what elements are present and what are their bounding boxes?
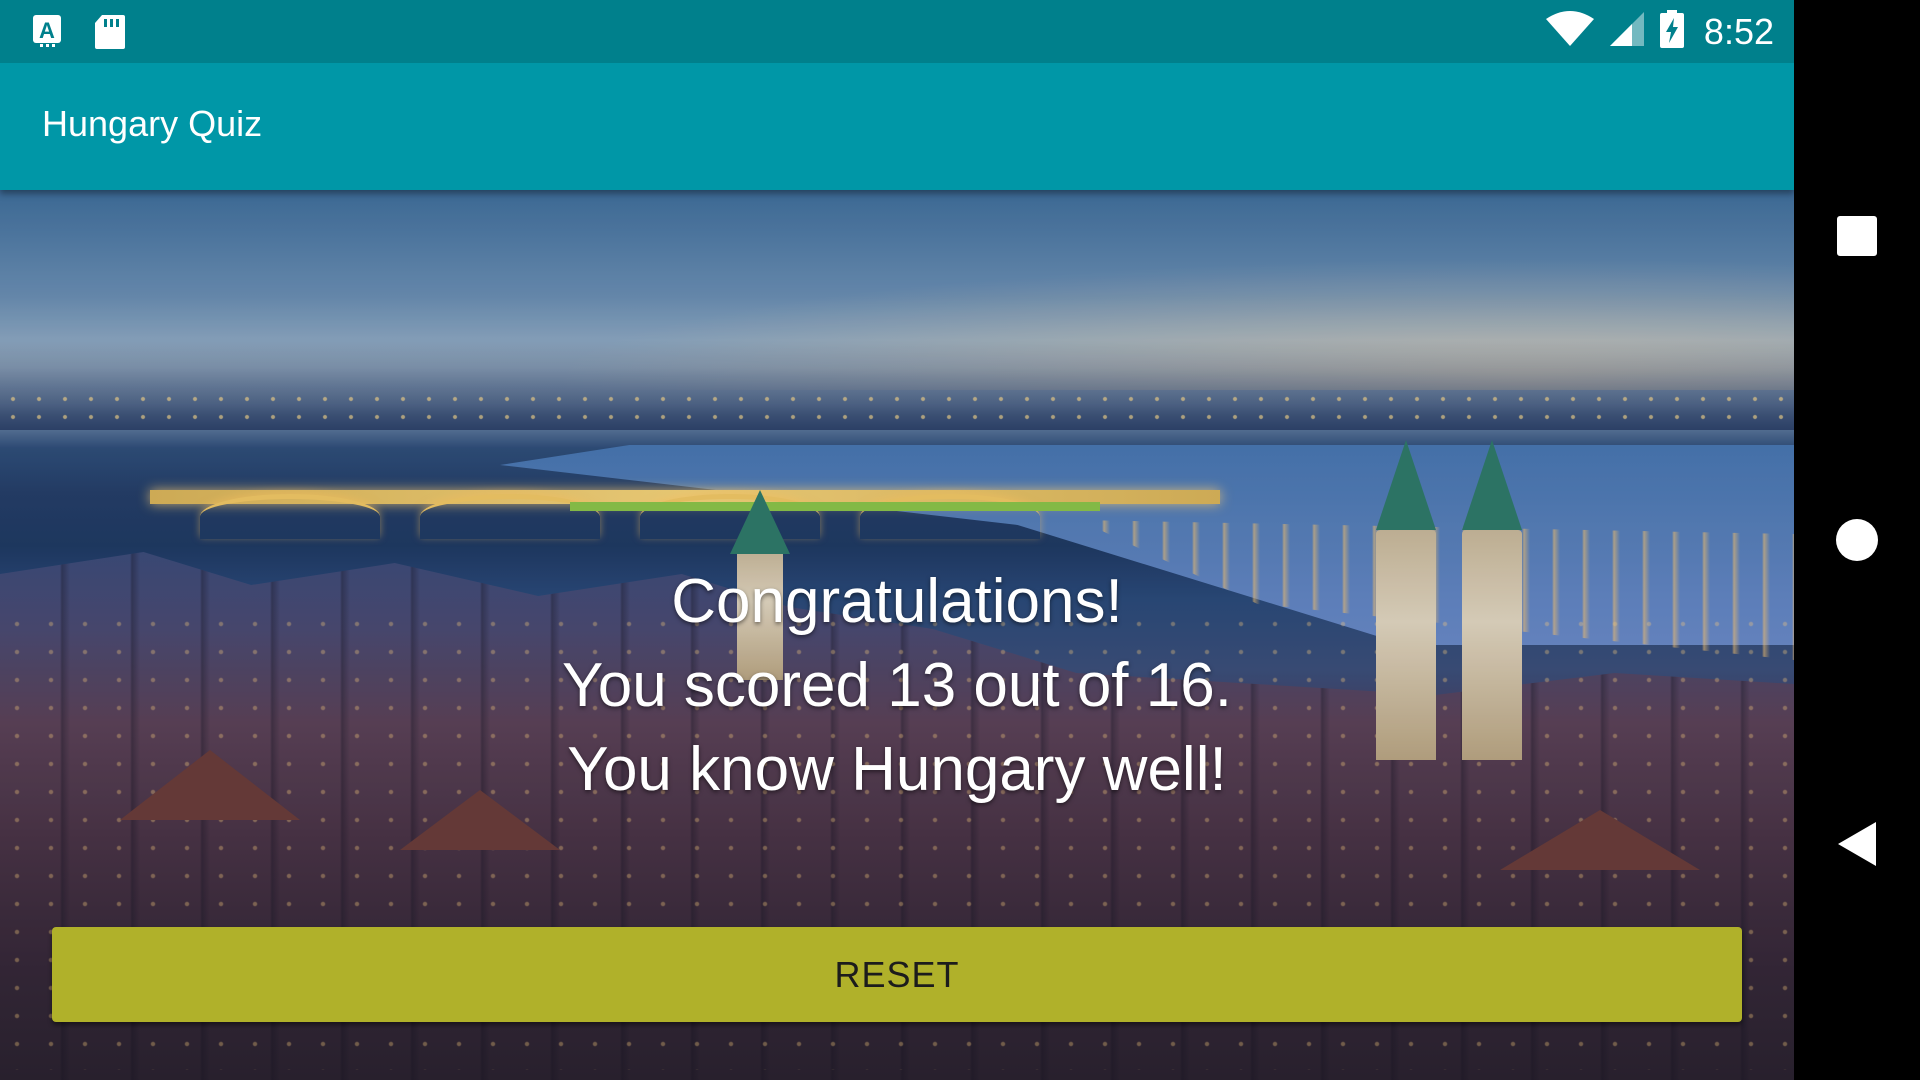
cell-signal-icon <box>1608 11 1646 52</box>
reset-button[interactable]: RESET <box>52 927 1742 1022</box>
home-icon <box>1836 519 1878 561</box>
feedback-text: You know Hungary well! <box>567 735 1227 804</box>
home-button[interactable] <box>1794 477 1920 603</box>
status-bar: A 8:52 <box>0 0 1794 63</box>
congratulations-text: Congratulations! <box>671 567 1123 636</box>
back-icon <box>1838 822 1876 866</box>
status-clock: 8:52 <box>1703 10 1774 52</box>
recents-button[interactable] <box>1794 173 1920 299</box>
app-title: Hungary Quiz <box>42 103 263 144</box>
status-indicators: 8:52 <box>1545 0 1774 63</box>
result-message: Congratulations! You scored 13 out of 16… <box>0 560 1794 812</box>
recents-icon <box>1837 216 1877 256</box>
app-notification-icon: A <box>32 14 62 53</box>
sd-card-icon <box>94 14 126 55</box>
wifi-icon <box>1545 11 1594 52</box>
app-toolbar: Hungary Quiz <box>0 63 1794 190</box>
score-text: You scored 13 out of 16. <box>562 651 1232 720</box>
back-button[interactable] <box>1794 781 1920 907</box>
device-screen: A 8:52 Hungary Quiz Congratulations! You… <box>0 0 1920 1080</box>
app-window: A 8:52 Hungary Quiz Congratulations! You… <box>0 0 1794 1080</box>
navigation-bar <box>1794 0 1920 1080</box>
battery-charging-icon <box>1659 10 1684 53</box>
svg-text:A: A <box>39 18 55 43</box>
